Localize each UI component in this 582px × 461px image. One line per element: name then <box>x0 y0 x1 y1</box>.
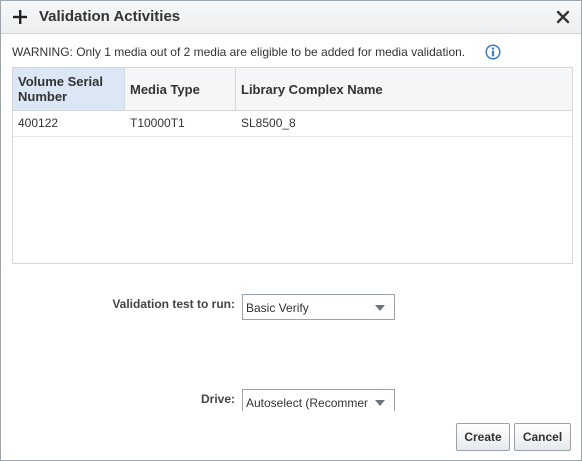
drive-value: Autoselect (Recommended) <box>246 396 368 410</box>
cell-library-complex-name: SL8500_8 <box>241 116 296 130</box>
dialog-titlebar: Validation Activities <box>1 1 581 34</box>
create-button[interactable]: Create <box>456 423 510 451</box>
column-header-volume-serial-number[interactable]: Volume Serial Number <box>13 68 125 110</box>
drive-label: Drive: <box>200 392 235 406</box>
column-header-media-type[interactable]: Media Type <box>125 68 236 110</box>
column-header-library-complex-name[interactable]: Library Complex Name <box>236 68 572 110</box>
cell-media-type: T10000T1 <box>130 116 185 130</box>
validation-test-value: Basic Verify <box>246 301 309 315</box>
validation-test-label: Validation test to run: <box>112 297 235 311</box>
plus-icon <box>13 10 27 24</box>
table-row[interactable]: 400122 T10000T1 SL8500_8 <box>13 111 572 137</box>
chevron-down-icon <box>375 305 385 311</box>
validation-test-select[interactable]: Basic Verify <box>242 294 395 320</box>
info-icon[interactable] <box>485 44 501 60</box>
drive-select[interactable]: Autoselect (Recommended) <box>242 389 395 411</box>
close-icon[interactable] <box>556 10 570 24</box>
media-table: Volume Serial Number Media Type Library … <box>12 67 573 264</box>
table-header: Volume Serial Number Media Type Library … <box>13 68 572 111</box>
cancel-button[interactable]: Cancel <box>514 423 571 451</box>
dialog-title: Validation Activities <box>39 8 181 25</box>
cell-volume-serial-number: 400122 <box>18 116 59 130</box>
validation-dialog: Validation Activities WARNING: Only 1 me… <box>0 0 582 461</box>
chevron-down-icon <box>375 400 385 406</box>
warning-message: WARNING: Only 1 media out of 2 media are… <box>12 45 466 59</box>
